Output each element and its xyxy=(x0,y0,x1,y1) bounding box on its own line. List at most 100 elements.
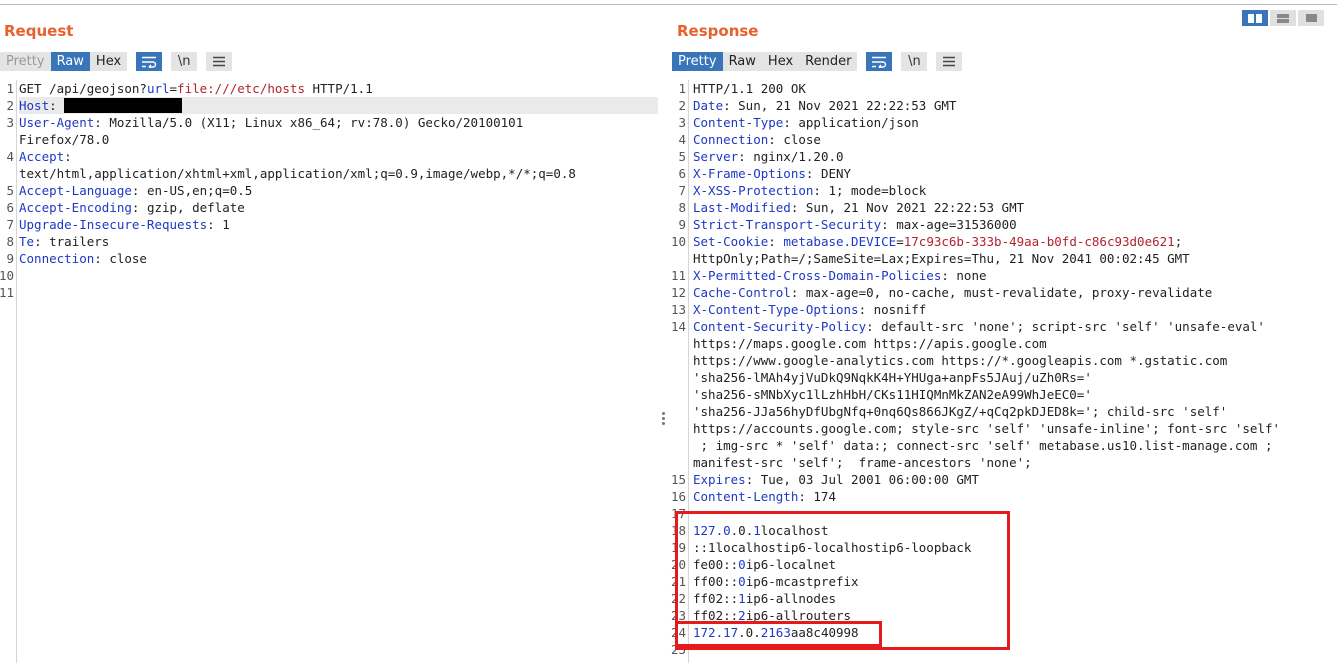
header-name: Upgrade-Insecure-Requests xyxy=(19,217,208,232)
request-tab-pretty[interactable]: Pretty xyxy=(0,52,51,71)
code-line: HTTP/1.1 200 OK xyxy=(693,80,1337,97)
code-line: Set-Cookie: metabase.DEVICE=17c93c6b-333… xyxy=(693,233,1337,250)
code-line: manifest-src 'self'; frame-ancestors 'no… xyxy=(693,454,1337,471)
code-text: 127.0 xyxy=(693,523,731,538)
code-text: Firefox/78.0 xyxy=(19,132,110,147)
code-text: = xyxy=(169,81,178,96)
response-tab-hex[interactable]: Hex xyxy=(761,52,800,71)
split-vertical-button[interactable] xyxy=(1270,10,1296,26)
word-wrap-icon xyxy=(872,56,887,68)
header-name: X-Frame-Options xyxy=(693,166,806,181)
request-word-wrap-button[interactable] xyxy=(136,52,163,71)
code-text: HTTP/1.1 xyxy=(304,81,373,96)
code-text: manifest-src 'self'; frame-ancestors 'no… xyxy=(693,455,1032,470)
request-tab-hex[interactable]: Hex xyxy=(89,52,128,71)
request-tab-raw[interactable]: Raw xyxy=(50,52,90,71)
code-text: 'sha256-lMAh4yjVuDkQ9NqkK4H+YHUga+anpFs5… xyxy=(693,370,1092,385)
code-text: 163 xyxy=(768,625,791,640)
header-name: X-XSS-Protection xyxy=(693,183,814,198)
code-text: 0 xyxy=(738,574,746,589)
request-view-tabs: Pretty Raw Hex \n xyxy=(0,52,233,71)
line-number: 12 xyxy=(670,285,686,300)
line-number: 4 xyxy=(6,149,14,164)
pane-resize-handle[interactable] xyxy=(662,412,666,427)
code-text: ff02:: xyxy=(693,608,739,623)
code-text: : Tue, 03 Jul 2001 06:00:00 GMT xyxy=(745,472,979,487)
code-line: Firefox/78.0 xyxy=(19,131,658,148)
code-line: ff02::1ip6-allnodes xyxy=(693,590,1337,607)
header-name: Connection xyxy=(693,132,769,147)
code-text: : Sun, 21 Nov 2021 22:22:53 GMT xyxy=(723,98,957,113)
code-text: : application/json xyxy=(783,115,919,130)
code-line: ff02::2ip6-allrouters xyxy=(693,607,1337,624)
code-text: : none xyxy=(941,268,987,283)
request-newline-toggle[interactable]: \n xyxy=(171,52,198,71)
line-number: 3 xyxy=(678,115,686,130)
line-number: 8 xyxy=(678,200,686,215)
code-text: ip6-allnodes xyxy=(745,591,836,606)
code-line: Date: Sun, 21 Nov 2021 22:22:53 GMT xyxy=(693,97,1337,114)
code-line: Content-Length: 174 xyxy=(693,488,1337,505)
header-name: X-Permitted-Cross-Domain-Policies xyxy=(693,268,942,283)
code-text: : xyxy=(768,234,784,249)
code-text: : 1; mode=block xyxy=(813,183,927,198)
single-pane-button[interactable] xyxy=(1298,10,1324,26)
code-line: X-XSS-Protection: 1; mode=block xyxy=(693,182,1337,199)
code-text: GET /api/geojson? xyxy=(19,81,147,96)
header-name: Date xyxy=(693,98,724,113)
code-text: : en-US,en;q=0.5 xyxy=(131,183,253,198)
code-text: : nginx/1.20.0 xyxy=(738,149,844,164)
code-text: ; img-src * 'self' data:; connect-src 's… xyxy=(693,438,1273,453)
line-number: 14 xyxy=(670,319,686,334)
request-editor[interactable]: 1 2 3 4 5 6 7 8 9 10 11 GET /api/geojson?url=file:… xyxy=(0,80,658,663)
line-number: 21 xyxy=(670,574,686,589)
line-number: 3 xyxy=(6,115,14,130)
line-number: 23 xyxy=(670,608,686,623)
header-name: X-Content-Type-Options xyxy=(693,302,859,317)
code-text: : xyxy=(64,149,72,164)
code-text: : xyxy=(49,98,65,113)
response-word-wrap-button[interactable] xyxy=(866,52,893,71)
response-menu-button[interactable] xyxy=(936,52,963,71)
code-text: aa8c40998 xyxy=(790,625,859,640)
response-tab-pretty[interactable]: Pretty xyxy=(672,52,723,71)
newline-icon: \n xyxy=(908,54,921,69)
line-number: 10 xyxy=(670,234,686,249)
code-line: Content-Security-Policy: default-src 'no… xyxy=(693,318,1337,335)
line-number: 1 xyxy=(678,81,686,96)
code-line: ​ xyxy=(693,505,1337,522)
code-line: Host: xyxy=(19,97,658,114)
code-line: 172.17.0.2163aa8c40998 xyxy=(693,624,1337,641)
line-number: 5 xyxy=(678,149,686,164)
code-text: : gzip, deflate xyxy=(131,200,245,215)
line-number: 11 xyxy=(0,285,14,300)
response-tab-render[interactable]: Render xyxy=(799,52,858,71)
split-horizontal-button[interactable] xyxy=(1242,10,1268,26)
split-horizontal-icon xyxy=(1248,13,1262,23)
line-number: 8 xyxy=(6,234,14,249)
split-vertical-icon xyxy=(1277,13,1289,23)
line-number: 20 xyxy=(670,557,686,572)
code-text: HttpOnly;Path=/;SameSite=Lax;Expires=Thu… xyxy=(693,251,1190,266)
line-number: 16 xyxy=(670,489,686,504)
header-name: User-Agent xyxy=(19,115,95,130)
code-line: ::1localhostip6-localhostip6-loopback xyxy=(693,539,1337,556)
line-number: 5 xyxy=(6,183,14,198)
response-editor[interactable]: 1 2 3 4 5 6 7 8 9 10 11 12 13 14 15 16 17 18 19 20 21 22 23 24 2… xyxy=(669,80,1337,663)
line-number: 15 xyxy=(670,472,686,487)
header-name: Cache-Control xyxy=(693,285,791,300)
line-number: 6 xyxy=(678,166,686,181)
response-tab-raw[interactable]: Raw xyxy=(722,52,762,71)
code-line: X-Permitted-Cross-Domain-Policies: none xyxy=(693,267,1337,284)
response-newline-toggle[interactable]: \n xyxy=(901,52,928,71)
request-menu-button[interactable] xyxy=(206,52,233,71)
hamburger-menu-icon xyxy=(943,56,956,67)
code-line: 'sha256-lMAh4yjVuDkQ9NqkK4H+YHUga+anpFs5… xyxy=(693,369,1337,386)
header-name: Content-Length xyxy=(693,489,799,504)
code-text: : 1 xyxy=(207,217,230,232)
code-text: : max-age=31536000 xyxy=(881,217,1017,232)
code-text: 1 xyxy=(738,591,746,606)
header-name: Expires xyxy=(693,472,746,487)
line-number: 2 xyxy=(6,98,14,113)
response-view-tabs: Pretty Raw Hex Render \n xyxy=(672,52,963,71)
